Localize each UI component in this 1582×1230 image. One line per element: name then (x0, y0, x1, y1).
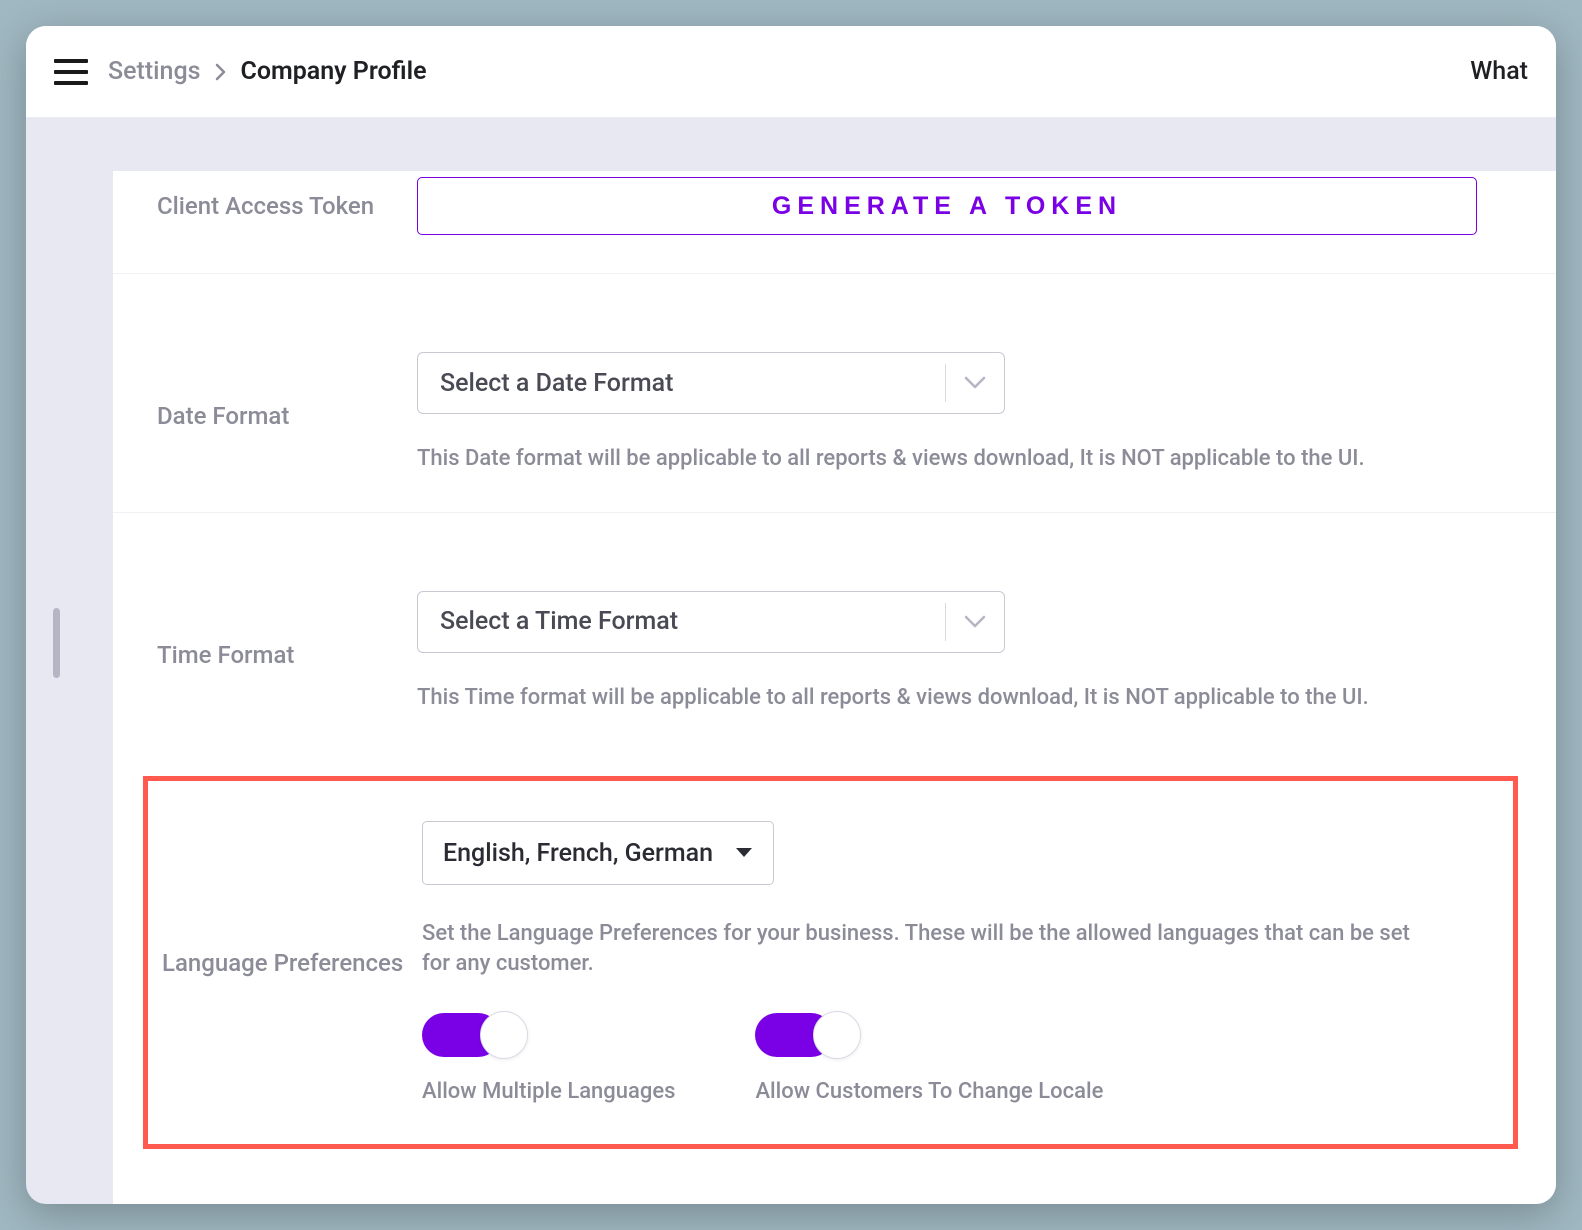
breadcrumb-current: Company Profile (241, 57, 427, 86)
language-select-value: English, French, German (443, 839, 713, 868)
label-language-preferences: Language Preferences (162, 821, 422, 977)
menu-icon[interactable] (54, 59, 88, 85)
generate-token-button[interactable]: GENERATE A TOKEN (417, 177, 1477, 235)
label-client-access-token: Client Access Token (157, 192, 417, 220)
app-window: Settings Company Profile What Client Acc… (26, 26, 1556, 1204)
row-time-format: Time Format Select a Time Format This Ti… (113, 513, 1556, 751)
language-select[interactable]: English, French, German (422, 821, 774, 885)
chevron-down-icon (946, 615, 1004, 629)
breadcrumb-parent[interactable]: Settings (108, 57, 201, 86)
label-time-format: Time Format (157, 591, 417, 669)
language-helper: Set the Language Preferences for your bu… (422, 919, 1432, 978)
toggle-allow-multiple-languages-block: Allow Multiple Languages (422, 1013, 675, 1104)
time-format-placeholder: Select a Time Format (418, 607, 945, 636)
content-panel: Client Access Token GENERATE A TOKEN Dat… (113, 171, 1556, 1204)
time-format-select[interactable]: Select a Time Format (417, 591, 1005, 653)
time-format-helper: This Time format will be applicable to a… (417, 683, 1512, 713)
chevron-right-icon (215, 63, 227, 81)
whats-new-link[interactable]: What (1470, 57, 1528, 86)
caret-down-icon (735, 847, 753, 859)
toggle-allow-multiple-languages[interactable] (422, 1013, 532, 1057)
date-format-placeholder: Select a Date Format (418, 369, 945, 398)
row-client-access-token: Client Access Token GENERATE A TOKEN (113, 171, 1556, 274)
toggle-allow-change-locale-label: Allow Customers To Change Locale (755, 1079, 1103, 1104)
toggle-allow-multiple-languages-label: Allow Multiple Languages (422, 1079, 675, 1104)
topbar: Settings Company Profile What (26, 26, 1556, 118)
language-preferences-highlight: Language Preferences English, French, Ge… (143, 776, 1518, 1148)
date-format-select[interactable]: Select a Date Format (417, 352, 1005, 414)
label-date-format: Date Format (157, 352, 417, 430)
row-date-format: Date Format Select a Date Format This Da… (113, 274, 1556, 513)
scrollbar-thumb[interactable] (53, 608, 60, 678)
date-format-helper: This Date format will be applicable to a… (417, 444, 1512, 474)
chevron-down-icon (946, 376, 1004, 390)
toggle-allow-change-locale[interactable] (755, 1013, 865, 1057)
toggle-allow-change-locale-block: Allow Customers To Change Locale (755, 1013, 1103, 1104)
